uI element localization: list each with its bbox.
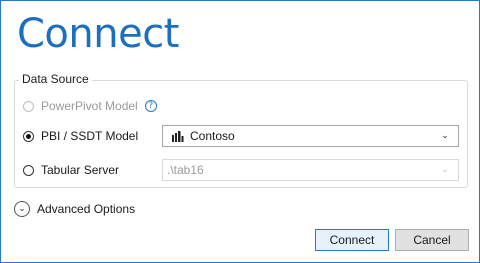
- radio-powerpivot-model: PowerPivot Model ?: [23, 98, 157, 114]
- tabular-server-label: Tabular Server: [41, 163, 120, 177]
- powerpivot-label: PowerPivot Model: [41, 99, 138, 113]
- chevron-down-icon: ⌄: [441, 165, 449, 175]
- tabular-server-value: .\tab16: [167, 163, 204, 177]
- power-bi-icon: [172, 131, 184, 142]
- chevron-down-circle-icon[interactable]: ⌄: [14, 201, 30, 217]
- radio-tabular-server[interactable]: Tabular Server: [23, 162, 119, 178]
- radio-button-tabular-server[interactable]: [23, 164, 34, 176]
- advanced-options-toggle[interactable]: ⌄ Advanced Options: [14, 200, 135, 218]
- chevron-down-icon[interactable]: ⌄: [437, 131, 453, 141]
- pbi-model-dropdown[interactable]: Contoso ⌄: [162, 125, 459, 147]
- data-source-legend: Data Source: [19, 72, 92, 86]
- radio-button-powerpivot: [23, 100, 34, 112]
- cancel-button[interactable]: Cancel: [395, 229, 469, 251]
- pbi-ssdt-label: PBI / SSDT Model: [41, 129, 139, 143]
- tabular-server-dropdown: .\tab16 ⌄: [162, 159, 459, 181]
- radio-button-pbi-ssdt[interactable]: [23, 130, 34, 142]
- question-circle-icon[interactable]: ?: [144, 100, 157, 112]
- radio-pbi-ssdt-model[interactable]: PBI / SSDT Model: [23, 128, 138, 144]
- dialog-title: Connect: [17, 11, 179, 57]
- advanced-options-label: Advanced Options: [37, 202, 136, 216]
- pbi-model-value: Contoso: [190, 129, 235, 143]
- connect-dialog: Connect Data Source PowerPivot Model ? P…: [0, 0, 480, 263]
- connect-button[interactable]: Connect: [315, 229, 389, 251]
